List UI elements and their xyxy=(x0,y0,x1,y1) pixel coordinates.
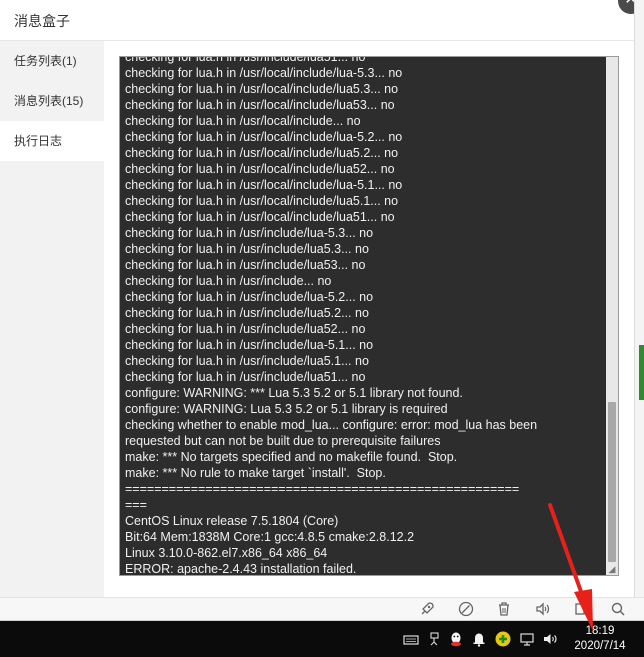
log-line: checking for lua.h in /usr/include/lua-5… xyxy=(125,290,374,304)
background-window-edge xyxy=(634,0,644,597)
monitor-icon[interactable] xyxy=(518,630,536,648)
clock-date: 2020/7/14 xyxy=(574,640,626,652)
copy-icon[interactable] xyxy=(571,600,589,618)
background-indicator xyxy=(639,345,644,400)
log-line: checking for lua.h in /usr/local/include… xyxy=(125,178,403,192)
title-bar: 消息盒子 xyxy=(0,0,634,41)
rocket-icon[interactable] xyxy=(418,600,436,618)
log-line: === xyxy=(125,498,147,512)
log-line: checking for lua.h in /usr/local/include… xyxy=(125,130,403,144)
keyboard-icon[interactable] xyxy=(402,630,420,648)
bell-icon[interactable] xyxy=(470,630,488,648)
log-scrollbar-thumb[interactable] xyxy=(608,402,616,562)
bottom-toolbar xyxy=(0,597,644,621)
log-line: checking for lua.h in /usr/include/lua51… xyxy=(125,370,366,384)
log-line: make: *** No rule to make target `instal… xyxy=(125,466,386,480)
log-line: checking for lua.h in /usr/local/include… xyxy=(125,82,399,96)
log-line: configure: WARNING: *** Lua 5.3 5.2 or 5… xyxy=(125,386,463,400)
sidebar-item-task-list[interactable]: 任务列表(1) xyxy=(0,41,104,81)
volume-icon[interactable] xyxy=(533,600,551,618)
log-line: Linux 3.10.0-862.el7.x86_64 x86_64 xyxy=(125,546,328,560)
log-line: requested but can not be built due to pr… xyxy=(125,434,441,448)
sidebar-item-execution-log[interactable]: 执行日志 xyxy=(0,121,104,161)
log-content: checking for lua.h in /usr/include/lua51… xyxy=(125,56,603,576)
log-line: checking for lua.h in /usr/include/lua-5… xyxy=(125,338,374,352)
execution-log-textarea[interactable]: checking for lua.h in /usr/include/lua51… xyxy=(119,56,619,576)
log-line: checking for lua.h in /usr/local/include… xyxy=(125,146,399,160)
log-line: checking for lua.h in /usr/include/lua-5… xyxy=(125,226,374,240)
speaker-icon[interactable] xyxy=(541,630,559,648)
log-line: checking for lua.h in /usr/local/include… xyxy=(125,66,403,80)
resize-grip-icon[interactable]: ◢ xyxy=(606,563,618,575)
log-line: make: *** No targets specified and no ma… xyxy=(125,450,458,464)
log-line: configure: WARNING: Lua 5.3 5.2 or 5.1 l… xyxy=(125,402,448,416)
log-line: ========================================… xyxy=(125,482,520,496)
log-line: checking for lua.h in /usr/include/lua5.… xyxy=(125,306,369,320)
log-scrollbar[interactable] xyxy=(606,57,618,575)
log-line: checking for lua.h in /usr/include... no xyxy=(125,274,332,288)
system-taskbar: 18:19 2020/7/14 xyxy=(0,621,644,657)
log-line: checking for lua.h in /usr/include/lua51… xyxy=(125,56,366,64)
log-line: checking for lua.h in /usr/include/lua52… xyxy=(125,322,366,336)
window-title: 消息盒子 xyxy=(14,13,70,29)
log-line: checking for lua.h in /usr/local/include… xyxy=(125,210,395,224)
clock-time: 18:19 xyxy=(585,625,615,637)
gauge-icon[interactable] xyxy=(457,600,475,618)
sidebar-item-message-list[interactable]: 消息列表(15) xyxy=(0,81,104,121)
search-icon[interactable] xyxy=(609,600,627,618)
log-line: Bit:64 Mem:1838M Core:1 gcc:4.8.5 cmake:… xyxy=(125,530,415,544)
log-line: checking for lua.h in /usr/include/lua5.… xyxy=(125,354,369,368)
add-circle-icon[interactable] xyxy=(494,630,512,648)
sidebar: 任务列表(1) 消息列表(15) 执行日志 xyxy=(0,41,104,597)
log-line: checking for lua.h in /usr/local/include… xyxy=(125,98,395,112)
message-box-window: 消息盒子 任务列表(1) 消息列表(15) 执行日志 checking for … xyxy=(0,0,634,597)
log-line: checking for lua.h in /usr/local/include… xyxy=(125,162,395,176)
log-line: checking for lua.h in /usr/include/lua53… xyxy=(125,258,366,272)
log-line: checking for lua.h in /usr/local/include… xyxy=(125,114,361,128)
taskbar-clock[interactable]: 18:19 2020/7/14 xyxy=(566,624,634,654)
network-icon[interactable] xyxy=(425,630,443,648)
log-line: checking for lua.h in /usr/local/include… xyxy=(125,194,399,208)
log-line: CentOS Linux release 7.5.1804 (Core) xyxy=(125,514,339,528)
log-line: ERROR: apache-2.4.43 installation failed… xyxy=(125,562,357,576)
log-line: checking whether to enable mod_lua... co… xyxy=(125,418,538,432)
trash-icon[interactable] xyxy=(495,600,513,618)
log-line: checking for lua.h in /usr/include/lua5.… xyxy=(125,242,369,256)
qq-penguin-icon[interactable] xyxy=(447,630,465,648)
